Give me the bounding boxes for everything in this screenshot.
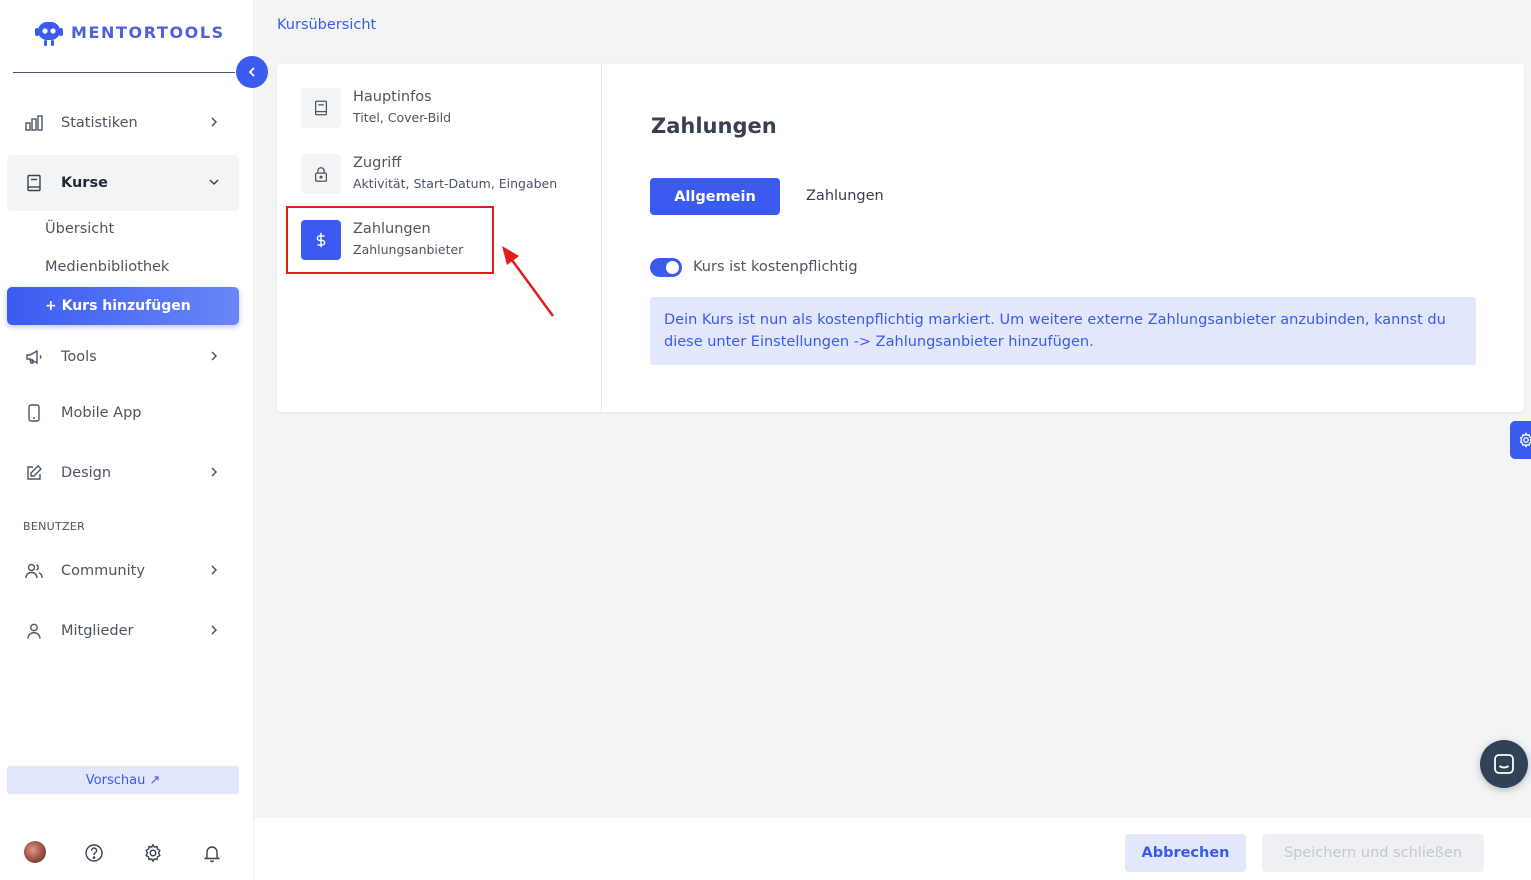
preview-label: Vorschau bbox=[85, 772, 146, 788]
cancel-button[interactable]: Abbrechen bbox=[1125, 834, 1246, 872]
chevron-left-icon bbox=[245, 65, 259, 79]
sidebar-item-label: Design bbox=[61, 465, 112, 481]
dollar-icon bbox=[301, 220, 341, 260]
step-zugriff[interactable]: Zugriff Aktivität, Start-Datum, Eingaben bbox=[301, 154, 557, 194]
avatar[interactable] bbox=[24, 841, 46, 863]
step-text: Zahlungen Zahlungsanbieter bbox=[353, 220, 463, 259]
chat-launcher-button[interactable] bbox=[1480, 740, 1528, 788]
sidebar-item-design[interactable]: Design bbox=[7, 445, 239, 501]
chevron-right-icon bbox=[207, 465, 221, 479]
chevron-right-icon bbox=[207, 349, 221, 363]
external-link-icon: ↗ bbox=[149, 772, 161, 788]
add-course-button[interactable]: + Kurs hinzufügen bbox=[7, 287, 239, 325]
step-title: Hauptinfos bbox=[353, 89, 432, 105]
megaphone-icon bbox=[24, 347, 44, 367]
sidebar-subitem-uebersicht[interactable]: Übersicht bbox=[45, 221, 114, 237]
tab-zahlungen[interactable]: Zahlungen bbox=[806, 188, 884, 204]
sidebar-divider bbox=[13, 72, 235, 73]
step-title: Zahlungen bbox=[353, 221, 431, 237]
step-title: Zugriff bbox=[353, 155, 402, 171]
step-zahlungen[interactable]: Zahlungen Zahlungsanbieter bbox=[301, 220, 463, 260]
page-title: Zahlungen bbox=[651, 114, 777, 138]
chevron-right-icon bbox=[207, 115, 221, 129]
book-icon bbox=[24, 173, 44, 193]
chat-icon bbox=[1492, 752, 1516, 776]
sidebar-item-community[interactable]: Community bbox=[7, 543, 239, 599]
sidebar-item-label: Mitglieder bbox=[61, 623, 134, 639]
help-icon[interactable] bbox=[83, 842, 105, 864]
sidebar-item-label: Mobile App bbox=[61, 405, 142, 421]
step-text: Hauptinfos Titel, Cover-Bild bbox=[353, 88, 451, 127]
step-hauptinfos[interactable]: Hauptinfos Titel, Cover-Bild bbox=[301, 88, 451, 128]
sidebar-item-label: Statistiken bbox=[61, 115, 138, 131]
paid-course-toggle[interactable] bbox=[650, 258, 682, 277]
gear-icon bbox=[1518, 432, 1531, 448]
brand-logo[interactable]: MENTORTOOLS bbox=[33, 16, 225, 48]
steps-panel: Hauptinfos Titel, Cover-Bild Zugriff Akt… bbox=[277, 64, 602, 412]
gear-icon[interactable] bbox=[142, 842, 164, 864]
sidebar-bottom-bar bbox=[0, 838, 254, 866]
sidebar-item-label: Community bbox=[61, 563, 145, 579]
robot-logo-icon bbox=[33, 16, 65, 48]
chevron-right-icon bbox=[207, 623, 221, 637]
user-icon bbox=[24, 621, 44, 641]
collapse-sidebar-button[interactable] bbox=[236, 56, 268, 88]
tab-allgemein[interactable]: Allgemein bbox=[650, 178, 780, 215]
settings-side-tab[interactable] bbox=[1510, 421, 1531, 459]
paid-course-label: Kurs ist kostenpflichtig bbox=[693, 259, 858, 275]
sidebar-item-mobile-app[interactable]: Mobile App bbox=[7, 385, 239, 441]
info-alert: Dein Kurs ist nun als kostenpflichtig ma… bbox=[650, 297, 1476, 365]
toggle-knob bbox=[666, 261, 679, 274]
sidebar-item-kurse[interactable]: Kurse bbox=[7, 155, 239, 211]
breadcrumb[interactable]: Kursübersicht bbox=[277, 17, 376, 33]
users-icon bbox=[24, 561, 44, 581]
sidebar-item-label: Kurse bbox=[61, 175, 108, 191]
save-and-close-button[interactable]: Speichern und schließen bbox=[1262, 834, 1484, 872]
course-editor-card: Hauptinfos Titel, Cover-Bild Zugriff Akt… bbox=[277, 64, 1524, 412]
step-subtitle: Aktivität, Start-Datum, Eingaben bbox=[353, 176, 558, 191]
bar-chart-icon bbox=[24, 113, 44, 133]
sidebar-subitem-medienbibliothek[interactable]: Medienbibliothek bbox=[45, 259, 169, 275]
step-text: Zugriff Aktivität, Start-Datum, Eingaben bbox=[353, 154, 557, 193]
lock-icon bbox=[301, 154, 341, 194]
section-label-benutzer: BENUTZER bbox=[23, 520, 86, 533]
pencil-icon bbox=[24, 463, 44, 483]
sidebar-item-statistiken[interactable]: Statistiken bbox=[7, 95, 239, 151]
brand-name: MENTORTOOLS bbox=[71, 22, 225, 42]
sidebar-item-tools[interactable]: Tools bbox=[7, 329, 239, 385]
footer-bar: Abbrechen Speichern und schließen bbox=[254, 818, 1531, 880]
bell-icon[interactable] bbox=[201, 842, 223, 864]
sidebar: MENTORTOOLS Statistiken Kurse Übersicht … bbox=[0, 0, 254, 880]
sidebar-item-label: Tools bbox=[61, 349, 97, 365]
step-subtitle: Titel, Cover-Bild bbox=[353, 110, 452, 125]
chevron-right-icon bbox=[207, 563, 221, 577]
book-icon bbox=[301, 88, 341, 128]
sidebar-item-mitglieder[interactable]: Mitglieder bbox=[7, 603, 239, 659]
chevron-down-icon bbox=[207, 175, 221, 189]
step-subtitle: Zahlungsanbieter bbox=[353, 242, 464, 257]
preview-button[interactable]: Vorschau ↗ bbox=[7, 766, 239, 794]
phone-icon bbox=[24, 403, 44, 423]
